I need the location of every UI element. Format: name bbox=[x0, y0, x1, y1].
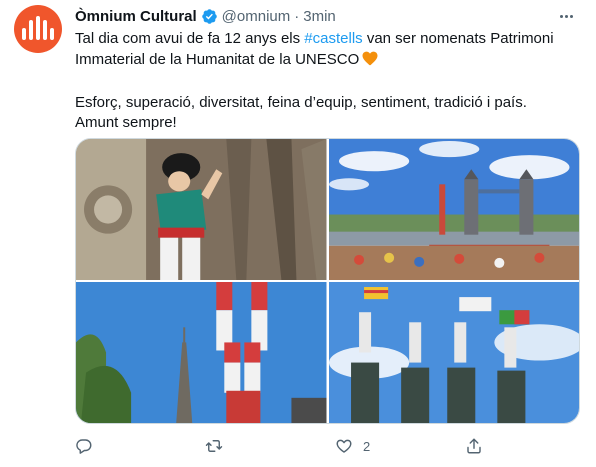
verified-badge-icon bbox=[201, 8, 218, 25]
retweet-button[interactable] bbox=[205, 437, 245, 455]
hashtag-link[interactable]: #castells bbox=[304, 30, 362, 47]
avatar-logo-bar bbox=[22, 28, 26, 40]
reply-icon bbox=[75, 437, 93, 455]
more-options-icon[interactable] bbox=[556, 6, 576, 26]
like-count: 2 bbox=[363, 438, 371, 454]
avatar-logo-bar bbox=[43, 20, 47, 40]
separator-dot: · bbox=[294, 7, 300, 25]
photo-tower-bridge[interactable] bbox=[328, 139, 579, 280]
media-grid bbox=[75, 138, 580, 424]
tweet-paragraph-2: Esforç, superació, diversitat, feina d’e… bbox=[75, 94, 527, 111]
author-handle[interactable]: @omnium bbox=[222, 8, 291, 25]
like-icon bbox=[335, 437, 353, 455]
photo-child-casteller[interactable] bbox=[76, 139, 327, 280]
avatar[interactable] bbox=[14, 5, 62, 53]
tweet-card[interactable]: Òmnium Cultural @omnium · 3min Tal dia c… bbox=[0, 0, 596, 467]
share-button[interactable] bbox=[465, 437, 505, 455]
photo-eiffel-tower[interactable] bbox=[76, 282, 327, 423]
tweet-paragraph-3: Amunt sempre! bbox=[75, 114, 177, 131]
orange-heart-icon bbox=[361, 49, 379, 73]
author-name[interactable]: Òmnium Cultural bbox=[75, 8, 197, 25]
avatar-logo-bar bbox=[50, 28, 54, 40]
tweet-text: Tal dia com avui de fa 12 anys els #cast… bbox=[75, 29, 585, 133]
text-before-hashtag: Tal dia com avui de fa 12 anys els bbox=[75, 30, 305, 47]
action-bar: 2 bbox=[75, 434, 505, 458]
avatar-logo-bar bbox=[36, 16, 40, 40]
photo-human-towers-sky[interactable] bbox=[328, 282, 579, 423]
tweet-header: Òmnium Cultural @omnium · 3min bbox=[75, 6, 556, 26]
timestamp[interactable]: 3min bbox=[303, 8, 336, 25]
like-button[interactable]: 2 bbox=[335, 437, 375, 455]
tweet-paragraph-1: Tal dia com avui de fa 12 anys els #cast… bbox=[75, 29, 585, 73]
retweet-icon bbox=[205, 437, 223, 455]
share-icon bbox=[465, 437, 483, 455]
reply-button[interactable] bbox=[75, 437, 115, 455]
avatar-logo-bar bbox=[29, 20, 33, 40]
